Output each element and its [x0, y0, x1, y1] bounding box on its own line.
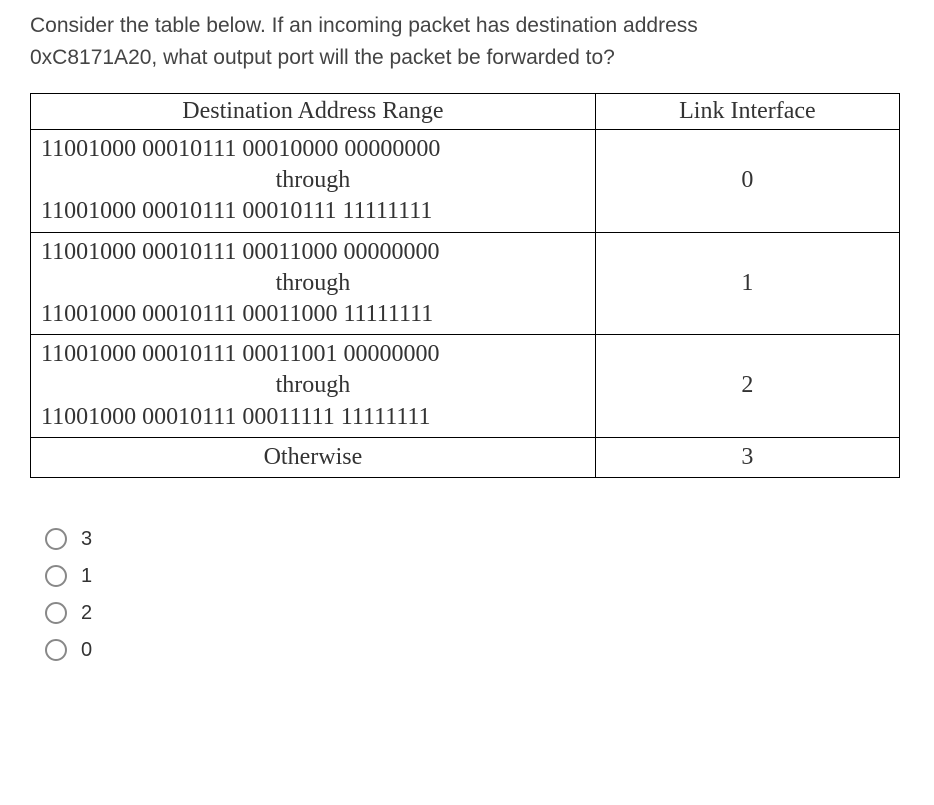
radio-icon[interactable] — [45, 639, 67, 661]
option-label: 1 — [81, 565, 92, 588]
radio-icon[interactable] — [45, 528, 67, 550]
option-item[interactable]: 2 — [45, 602, 904, 625]
dest-range-cell: 11001000 00010111 00011001 00000000 thro… — [31, 335, 596, 438]
question-line2: 0xC8171A20, what output port will the pa… — [30, 46, 615, 69]
table-row: 11001000 00010111 00010000 00000000 thro… — [31, 130, 900, 233]
range-start: 11001000 00010111 00011000 00000000 — [41, 237, 585, 268]
link-cell: 1 — [595, 232, 899, 335]
range-through: through — [41, 370, 585, 401]
header-dest: Destination Address Range — [31, 94, 596, 130]
range-through: through — [41, 268, 585, 299]
dest-range-cell: 11001000 00010111 00011000 00000000 thro… — [31, 232, 596, 335]
routing-table: Destination Address Range Link Interface… — [30, 93, 900, 478]
otherwise-cell: Otherwise — [31, 437, 596, 477]
option-item[interactable]: 1 — [45, 565, 904, 588]
link-cell: 2 — [595, 335, 899, 438]
dest-range-cell: 11001000 00010111 00010000 00000000 thro… — [31, 130, 596, 233]
range-end: 11001000 00010111 00011000 11111111 — [41, 299, 585, 330]
link-cell: 0 — [595, 130, 899, 233]
range-through: through — [41, 165, 585, 196]
table-row: 11001000 00010111 00011000 00000000 thro… — [31, 232, 900, 335]
option-label: 2 — [81, 602, 92, 625]
radio-icon[interactable] — [45, 602, 67, 624]
radio-icon[interactable] — [45, 565, 67, 587]
option-label: 3 — [81, 528, 92, 551]
range-start: 11001000 00010111 00011001 00000000 — [41, 339, 585, 370]
answer-options: 3 1 2 0 — [30, 528, 904, 662]
table-row: 11001000 00010111 00011001 00000000 thro… — [31, 335, 900, 438]
range-end: 11001000 00010111 00011111 11111111 — [41, 402, 585, 433]
question-line1: Consider the table below. If an incoming… — [30, 14, 698, 37]
range-end: 11001000 00010111 00010111 11111111 — [41, 196, 585, 227]
table-header-row: Destination Address Range Link Interface — [31, 94, 900, 130]
question-text: Consider the table below. If an incoming… — [30, 10, 904, 73]
range-start: 11001000 00010111 00010000 00000000 — [41, 134, 585, 165]
option-item[interactable]: 0 — [45, 639, 904, 662]
header-link: Link Interface — [595, 94, 899, 130]
table-row: Otherwise 3 — [31, 437, 900, 477]
link-cell: 3 — [595, 437, 899, 477]
option-label: 0 — [81, 639, 92, 662]
option-item[interactable]: 3 — [45, 528, 904, 551]
